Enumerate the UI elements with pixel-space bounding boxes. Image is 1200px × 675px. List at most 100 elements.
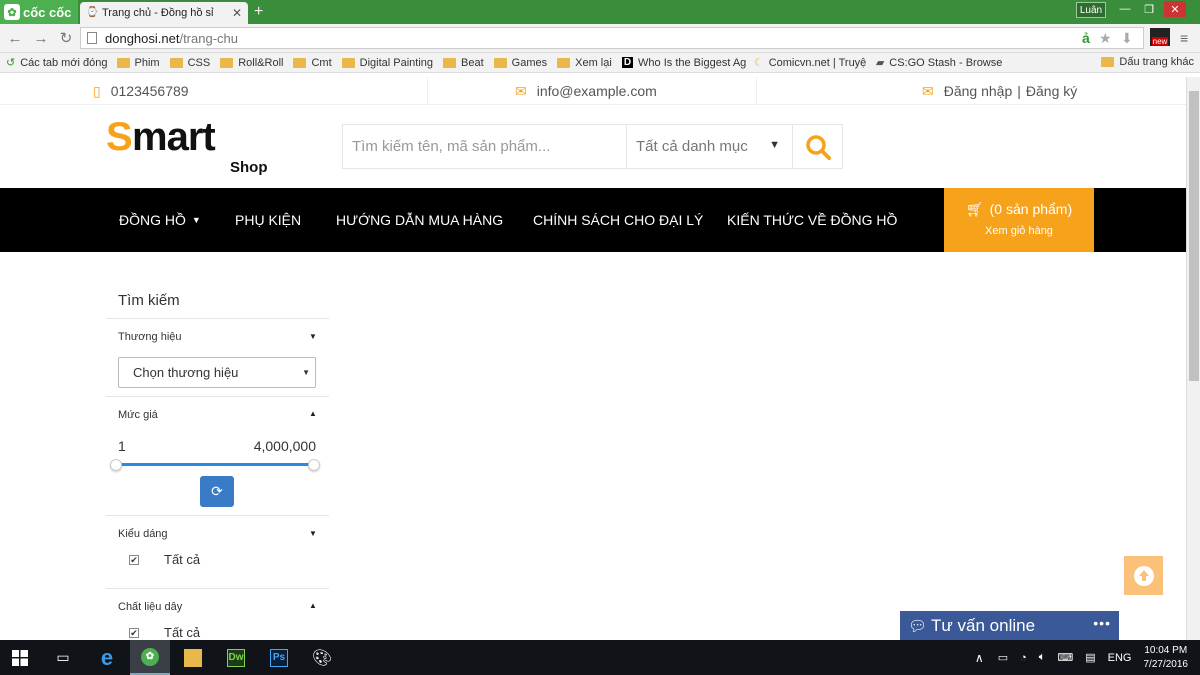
minimize-icon[interactable]: —	[1114, 1, 1136, 17]
coccoc-taskbar-icon[interactable]: ✿	[130, 640, 170, 675]
star-bookmark-icon[interactable]: ★	[1099, 30, 1112, 47]
battery-icon[interactable]: ▭	[998, 651, 1008, 664]
page-icon	[87, 32, 97, 44]
wifi-icon[interactable]: ◔	[1020, 652, 1027, 664]
start-button[interactable]	[0, 640, 40, 675]
caret-up-icon[interactable]: ▲	[309, 601, 317, 610]
edge-taskbar-icon[interactable]: e	[87, 640, 127, 675]
language-indicator[interactable]: ENG	[1108, 652, 1132, 664]
bookmark-folder[interactable]: CSS	[169, 57, 210, 69]
restore-icon[interactable]: ❐	[1138, 1, 1160, 17]
comic-favicon-icon: ☾	[753, 57, 764, 69]
nav-chinh-sach[interactable]: CHÍNH SÁCH CHO ĐẠI LÝ	[533, 188, 703, 252]
strap-all-checkbox[interactable]: ✔	[129, 628, 139, 638]
clock-date: 7/27/2016	[1143, 658, 1189, 670]
scrollbar-thumb[interactable]	[1189, 91, 1199, 381]
style-filter-title[interactable]: Kiểu dáng	[118, 528, 168, 540]
bookmark-link[interactable]: ▰ CS:GO Stash - Browse	[875, 56, 1003, 70]
bookmark-folder[interactable]: Xem lại	[557, 57, 612, 69]
news-extension-icon[interactable]: new	[1150, 28, 1170, 46]
photoshop-icon: Ps	[270, 648, 288, 667]
csgo-favicon-icon: ▰	[875, 57, 885, 69]
price-max-handle[interactable]	[308, 459, 320, 471]
other-bookmarks[interactable]: Dấu trang khác	[1101, 56, 1194, 68]
windows-logo-icon	[12, 649, 28, 666]
close-tab-icon[interactable]: ✕	[232, 6, 242, 20]
profile-button[interactable]: Luân	[1076, 2, 1106, 18]
keyboard-icon[interactable]: ⌨	[1057, 651, 1073, 664]
nav-huong-dan[interactable]: HƯỚNG DẪN MUA HÀNG	[336, 188, 503, 252]
other-bookmarks-label: Dấu trang khác	[1119, 56, 1194, 68]
chevron-up-icon[interactable]: ∧	[975, 651, 984, 665]
bookmark-folder[interactable]: Roll&Roll	[220, 57, 283, 69]
browser-brand[interactable]: ✿ cốc cốc	[0, 0, 78, 24]
folder-icon	[557, 57, 571, 68]
new-badge: new	[1151, 37, 1169, 46]
folder-icon	[220, 57, 234, 68]
bookmark-folder[interactable]: Games	[493, 57, 547, 69]
nav-phu-kien[interactable]: PHỤ KIỆN	[235, 188, 301, 252]
bookmark-folder[interactable]: Phim	[116, 57, 160, 69]
phone-number: 0123456789	[110, 83, 189, 99]
tab-trang-chu[interactable]: ⌚ Trang chủ - Đồng hồ sỉ ✕	[80, 2, 248, 24]
more-icon[interactable]: •••	[1093, 615, 1111, 631]
back-to-top-button[interactable]	[1124, 556, 1163, 595]
caret-down-icon[interactable]: ▼	[309, 332, 317, 341]
dreamweaver-taskbar-icon[interactable]: Dw	[216, 640, 256, 675]
menu-icon[interactable]: ≡	[1180, 30, 1188, 46]
caret-down-icon[interactable]: ▼	[309, 529, 317, 538]
price-slider[interactable]	[116, 463, 314, 466]
search-bar: Tất cả danh mục ▼	[342, 124, 843, 169]
folder-icon	[116, 57, 130, 68]
sidebar-title: Tìm kiếm	[118, 292, 180, 309]
folder-icon	[443, 57, 457, 68]
search-input[interactable]	[343, 125, 627, 168]
refresh-button[interactable]: ⟳	[200, 476, 234, 507]
cart-count-label: (0 sản phẩm)	[989, 201, 1073, 217]
address-input[interactable]: donghosi.net /trang-chu	[80, 27, 1144, 49]
search-button[interactable]	[793, 125, 842, 168]
volume-icon[interactable]: 🔈︎	[1039, 651, 1046, 664]
category-select[interactable]: Tất cả danh mục ▼	[627, 125, 793, 168]
action-center-icon[interactable]: ▤	[1085, 651, 1095, 664]
bookmark-folder[interactable]: Beat	[443, 57, 484, 69]
typing-tool-icon[interactable]: ả	[1082, 30, 1090, 46]
bookmark-folder[interactable]: Digital Painting	[341, 57, 433, 69]
smart-shop-logo[interactable]: S mart Shop	[106, 115, 276, 177]
close-window-icon[interactable]: ✕	[1164, 1, 1186, 17]
folder-icon	[184, 648, 202, 667]
price-min-handle[interactable]	[110, 459, 122, 471]
register-link[interactable]: Đăng ký	[1026, 83, 1077, 99]
style-all-checkbox[interactable]: ✔	[129, 555, 139, 565]
online-chat-widget[interactable]: 💬︎ Tư vấn online •••	[900, 611, 1119, 640]
bookmark-link[interactable]: ☾ Comicvn.net | Truyện	[753, 56, 866, 70]
page-scrollbar[interactable]	[1186, 77, 1200, 640]
bookmark-folder[interactable]: Cmt	[293, 57, 332, 69]
logo-s: S	[106, 115, 133, 159]
bookmark-recent-tabs[interactable]: ↺ Các tab mới đóng	[6, 56, 108, 70]
login-link[interactable]: Đăng nhập	[944, 83, 1013, 99]
email-address[interactable]: info@example.com	[537, 83, 657, 99]
brand-select[interactable]: Chọn thương hiệu ▼	[118, 357, 316, 388]
divider	[756, 77, 757, 105]
bookmark-link[interactable]: D Who Is the Biggest Ag	[621, 57, 746, 69]
caret-up-icon[interactable]: ▲	[309, 409, 317, 418]
download-icon[interactable]: ⬇	[1121, 30, 1133, 47]
folder-icon	[493, 57, 507, 68]
paint-taskbar-icon[interactable]: 🎨︎	[302, 640, 342, 675]
nav-kien-thuc[interactable]: KIẾN THỨC VỀ ĐỒNG HỒ	[727, 188, 897, 252]
nav-dong-ho[interactable]: ĐỒNG HỒ ▼	[119, 188, 201, 252]
reload-icon[interactable]: ↻	[57, 30, 75, 48]
task-view-button[interactable]: ▭	[43, 640, 83, 675]
back-icon[interactable]: ←	[6, 30, 24, 48]
new-tab-icon[interactable]: +	[254, 4, 270, 20]
forward-icon[interactable]: →	[32, 30, 50, 48]
file-explorer-taskbar-icon[interactable]	[173, 640, 213, 675]
strap-filter-title[interactable]: Chất liệu dây	[118, 601, 182, 613]
watch-favicon-icon: ⌚	[86, 7, 99, 18]
cart-button[interactable]: 🛒︎ (0 sản phẩm) Xem giỏ hàng	[944, 188, 1094, 252]
price-filter-title[interactable]: Mức giá	[118, 409, 158, 421]
clock[interactable]: 10:04 PM 7/27/2016	[1144, 644, 1189, 672]
photoshop-taskbar-icon[interactable]: Ps	[259, 640, 299, 675]
brand-filter-title[interactable]: Thương hiệu	[118, 331, 182, 343]
